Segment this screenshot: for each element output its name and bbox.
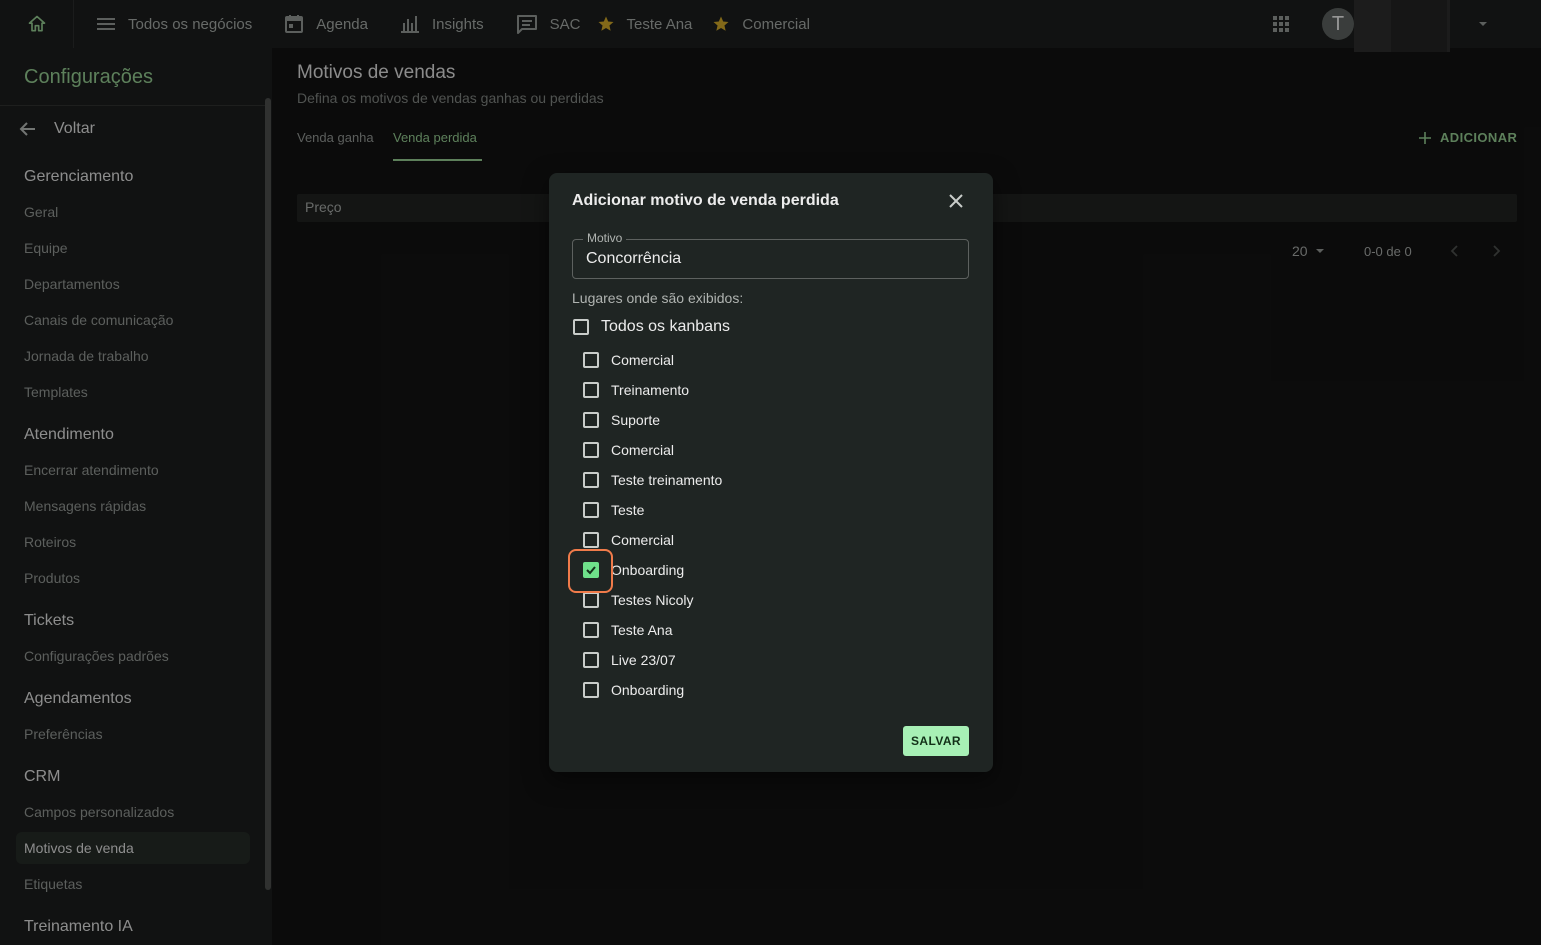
focus-highlight — [568, 549, 613, 593]
checkbox-label: Onboarding — [611, 682, 685, 698]
motivo-value: Concorrência — [586, 250, 682, 267]
checkbox-box[interactable] — [583, 592, 599, 608]
checkbox-box[interactable] — [583, 412, 599, 428]
checkbox-label: Comercial — [611, 532, 675, 548]
dialog-title: Adicionar motivo de venda perdida — [572, 192, 839, 209]
checkbox-box[interactable] — [583, 652, 599, 668]
checkbox-label: Onboarding — [611, 562, 685, 578]
checkbox-box[interactable] — [573, 319, 589, 335]
checkbox-kanban[interactable]: Teste treinamento — [583, 472, 722, 488]
checkbox-kanban[interactable]: Live 23/07 — [583, 652, 676, 668]
checkbox-kanban[interactable]: Testes Nicoly — [583, 592, 693, 608]
checkbox-kanban[interactable]: Comercial — [583, 532, 674, 548]
close-icon[interactable] — [947, 192, 965, 210]
motivo-field[interactable]: Motivo Concorrência — [572, 231, 969, 279]
checkbox-box[interactable] — [583, 622, 599, 638]
checkbox-label: Treinamento — [611, 382, 690, 398]
checkbox-label: Teste — [611, 502, 645, 518]
checkbox-label: Teste Ana — [611, 622, 673, 638]
checkbox-box[interactable] — [583, 382, 599, 398]
checkbox-kanban[interactable]: Comercial — [583, 442, 674, 458]
checkbox-label: Teste treinamento — [611, 472, 723, 488]
checkbox-label: Testes Nicoly — [611, 592, 694, 608]
checkbox-label: Comercial — [611, 352, 675, 368]
motivo-label: Motivo — [583, 231, 627, 245]
checkbox-label: Suporte — [611, 412, 661, 428]
places-label: Lugares onde são exibidos: — [572, 290, 744, 306]
checkbox-box[interactable] — [583, 352, 599, 368]
checkbox-todos-kanbans[interactable]: Todos os kanbans — [573, 318, 730, 336]
checkbox-kanban[interactable]: Treinamento — [583, 382, 689, 398]
checkbox-label: Live 23/07 — [611, 652, 676, 668]
checkbox-box[interactable] — [583, 682, 599, 698]
checkbox-box[interactable] — [583, 532, 599, 548]
checkbox-box[interactable] — [583, 502, 599, 518]
add-reason-dialog: Adicionar motivo de venda perdida Motivo… — [549, 173, 993, 772]
checkbox-kanban[interactable]: Comercial — [583, 352, 674, 368]
checkbox-box[interactable] — [583, 472, 599, 488]
checkbox-label: Todos os kanbans — [601, 318, 730, 335]
checkbox-kanban[interactable]: Suporte — [583, 412, 660, 428]
checkbox-kanban[interactable]: Teste — [583, 502, 644, 518]
checkbox-kanban[interactable]: Teste Ana — [583, 622, 673, 638]
checkbox-label: Comercial — [611, 442, 675, 458]
save-button[interactable]: SALVAR — [903, 726, 969, 756]
checkbox-box[interactable] — [583, 442, 599, 458]
checkbox-kanban[interactable]: Onboarding — [583, 682, 684, 698]
